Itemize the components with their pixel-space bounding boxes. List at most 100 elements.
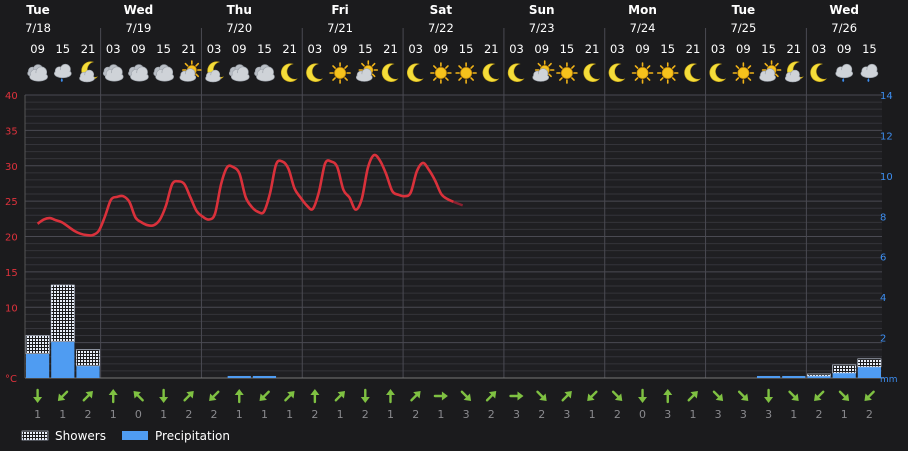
sun-ray: [659, 77, 664, 81]
moon-shape: [482, 63, 500, 82]
sun-ray: [571, 65, 575, 69]
wind-arrow-icon: [638, 388, 648, 403]
hour-label: 21: [686, 42, 701, 56]
day-label: Sat: [430, 3, 453, 17]
wind-arrow-icon: [561, 391, 572, 402]
wind-speed-label: 2: [488, 408, 495, 421]
wind-speed-label: 1: [689, 408, 696, 421]
precipitation-bar: [832, 372, 856, 378]
wind-speed-label: 1: [110, 408, 117, 421]
sun-ray: [184, 62, 189, 67]
cloud-fill: [760, 73, 776, 81]
legend-precipitation-swatch: [122, 431, 148, 440]
sun-ray: [671, 65, 676, 69]
rain-cloud-icon: [835, 63, 853, 82]
sun-ray: [747, 65, 752, 69]
moon-icon: [381, 63, 399, 82]
hour-label: 15: [358, 42, 373, 56]
moon-shape: [608, 63, 626, 82]
y-tick-label-left: 15: [5, 268, 18, 279]
precipitation-bar: [807, 375, 831, 378]
day-label: Mon: [628, 3, 657, 17]
wind-arrow-icon: [209, 390, 220, 401]
wind-arrow-head: [385, 389, 395, 395]
date-label: 7/21: [327, 21, 353, 35]
wind-arrow-head: [764, 397, 774, 403]
cloud-shape: [835, 63, 853, 79]
day-label: Sun: [529, 3, 555, 17]
y-tick-label-right: 14: [880, 91, 893, 102]
day-label: Wed: [124, 3, 154, 17]
wind-arrow-head: [638, 397, 648, 403]
sun-ray: [634, 77, 639, 81]
wind-arrow-icon: [334, 391, 346, 402]
date-label: 7/19: [126, 21, 152, 35]
hour-label: 21: [786, 42, 801, 56]
rain-cloud-icon: [54, 63, 72, 82]
y-tick-label-left: 30: [5, 162, 18, 173]
wind-speed-label: 1: [790, 408, 797, 421]
cloud-fill: [785, 75, 800, 82]
sun-ray: [537, 62, 542, 67]
hour-label: 09: [736, 42, 751, 56]
wind-speed-label: 3: [765, 408, 772, 421]
y-tick-label-left: 35: [5, 126, 18, 137]
moon-icon: [608, 63, 626, 82]
hour-label: 09: [333, 42, 348, 56]
hour-label: 03: [308, 42, 323, 56]
y-tick-label-right: 8: [880, 212, 886, 223]
wind-arrow-icon: [133, 391, 144, 402]
date-label: 7/26: [831, 21, 857, 35]
hour-label: 09: [434, 42, 449, 56]
sun-ray: [332, 77, 336, 81]
sun-ray: [646, 77, 651, 81]
legend-showers-swatch: [21, 430, 49, 441]
showers-bar: [25, 335, 50, 355]
sun-ray: [361, 62, 365, 67]
cloud-fill: [356, 73, 372, 81]
sun-disc: [561, 67, 573, 79]
rain-cloud-icon: [860, 63, 879, 82]
sun-ray: [195, 62, 200, 67]
moon-icon: [482, 63, 500, 82]
wind-speed-label: 3: [740, 408, 747, 421]
hour-label: 03: [106, 42, 121, 56]
day-label: Tue: [26, 3, 50, 17]
sun-ray: [195, 73, 200, 78]
wind-arrow-head: [360, 397, 370, 403]
wind-speed-label: 3: [463, 408, 470, 421]
precipitation-bar: [26, 353, 50, 378]
showers-bar: [857, 358, 882, 368]
hour-label: 21: [585, 42, 600, 56]
day-label: Tue: [732, 3, 756, 17]
sun-ray: [445, 77, 449, 81]
moon-icon: [709, 63, 727, 82]
sun-ray: [470, 65, 474, 69]
moon-icon: [306, 63, 323, 82]
wind-arrow-icon: [712, 390, 724, 401]
showers-bar: [76, 349, 100, 367]
cloud-fill: [54, 69, 71, 78]
rain-drop: [60, 78, 63, 82]
wind-arrow-icon: [310, 389, 320, 404]
cloud-shape: [860, 63, 879, 79]
wind-speed-label: 2: [412, 408, 419, 421]
cloud-fill: [131, 72, 148, 81]
cloud-fill: [156, 72, 174, 81]
wind-speed-label: 1: [236, 408, 243, 421]
sun-ray: [458, 65, 462, 69]
wind-speed-label: 3: [715, 408, 722, 421]
sun-ray: [433, 65, 437, 69]
hour-label: 15: [55, 42, 70, 56]
wind-arrow-icon: [509, 391, 524, 401]
partly-cloudy-day-icon: [355, 60, 379, 82]
wind-speed-label: 2: [815, 408, 822, 421]
wind-arrow-icon: [687, 391, 698, 402]
cloud-fill: [105, 72, 123, 81]
wind-speed-label: 2: [866, 408, 873, 421]
cloud-fill: [533, 73, 549, 81]
sun-disc: [737, 67, 750, 79]
hour-label: 15: [761, 42, 776, 56]
wind-arrow-head: [310, 389, 320, 395]
wind-arrow-head: [441, 391, 448, 401]
